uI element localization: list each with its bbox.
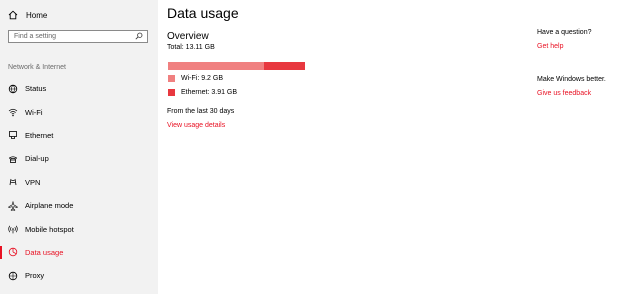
home-nav-item[interactable]: Home [8, 8, 47, 22]
sidebar-item-status[interactable]: Status [0, 77, 158, 100]
sidebar: Home Find a setting Network & Internet S… [0, 0, 158, 294]
sidebar-item-label: VPN [25, 177, 41, 187]
sidebar-item-label: Mobile hotspot [25, 224, 74, 234]
sidebar-item-label: Ethernet [25, 130, 54, 140]
nav-list: Status Wi-Fi Ethernet Dial-up VPN Airpla… [0, 77, 158, 288]
search-placeholder: Find a setting [14, 33, 57, 40]
legend-swatch-wifi [168, 75, 175, 82]
sidebar-item-label: Dial-up [25, 154, 49, 164]
sidebar-item-dialup[interactable]: Dial-up [0, 147, 158, 170]
usage-bar [168, 62, 305, 70]
sidebar-item-label: Wi-Fi [25, 107, 43, 117]
sidebar-item-label: Airplane mode [25, 201, 74, 211]
hotspot-icon [8, 224, 18, 234]
legend-swatch-ethernet [168, 89, 175, 96]
question-heading: Have a question? [537, 29, 592, 36]
data-usage-icon [8, 247, 18, 257]
dialup-icon [8, 154, 18, 164]
sidebar-item-wifi[interactable]: Wi-Fi [0, 100, 158, 123]
sidebar-item-ethernet[interactable]: Ethernet [0, 124, 158, 147]
sidebar-item-vpn[interactable]: VPN [0, 171, 158, 194]
sidebar-item-label: Data usage [25, 247, 64, 257]
overview-heading: Overview [167, 31, 209, 42]
usage-bar-ethernet [264, 62, 305, 70]
view-usage-details-link[interactable]: View usage details [167, 122, 225, 129]
sidebar-item-data-usage[interactable]: Data usage [0, 241, 158, 264]
home-icon [8, 10, 18, 20]
vpn-icon [8, 177, 18, 187]
sidebar-item-mobile-hotspot[interactable]: Mobile hotspot [0, 217, 158, 240]
sidebar-item-airplane-mode[interactable]: Airplane mode [0, 194, 158, 217]
search-icon[interactable] [135, 32, 143, 42]
legend-label-ethernet: Ethernet: 3.91 GB [181, 89, 238, 96]
proxy-globe-icon [8, 271, 18, 281]
airplane-icon [8, 200, 18, 211]
page-title: Data usage [167, 5, 239, 21]
total-usage: Total: 13.11 GB [167, 44, 215, 51]
search-input[interactable]: Find a setting [8, 30, 148, 43]
legend-ethernet: Ethernet: 3.91 GB [168, 89, 237, 96]
legend-label-wifi: Wi-Fi: 9.2 GB [181, 75, 224, 82]
wifi-icon [8, 107, 18, 117]
globe-status-icon [8, 84, 18, 94]
legend-wifi: Wi-Fi: 9.2 GB [168, 75, 223, 82]
feedback-link[interactable]: Give us feedback [537, 90, 591, 97]
section-header: Network & Internet [8, 64, 66, 71]
ethernet-icon [8, 130, 18, 140]
sidebar-item-proxy[interactable]: Proxy [0, 264, 158, 287]
better-heading: Make Windows better. [537, 76, 606, 83]
usage-bar-wifi [168, 62, 265, 70]
sidebar-item-label: Proxy [25, 271, 45, 281]
sidebar-item-label: Status [25, 84, 47, 94]
period-text: From the last 30 days [167, 108, 235, 115]
home-label: Home [26, 10, 48, 20]
get-help-link[interactable]: Get help [537, 43, 563, 50]
